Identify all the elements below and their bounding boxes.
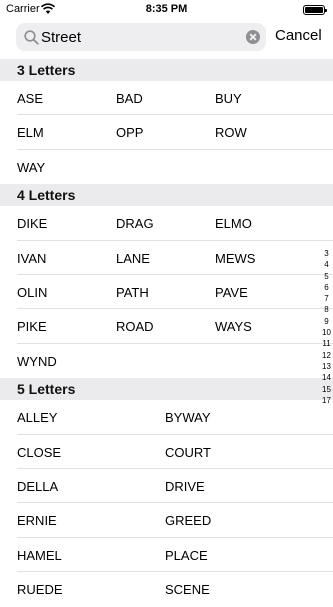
list-row: CLOSE COURT <box>0 435 333 470</box>
section-index-item[interactable]: 14 <box>320 372 333 383</box>
section-index-item[interactable]: 5 <box>320 271 333 282</box>
list-row: HAMEL PLACE <box>0 538 333 573</box>
list-row: WYND <box>0 344 333 378</box>
list-row: ERNIE GREED <box>0 503 333 539</box>
list-item[interactable]: ELMO <box>215 206 252 241</box>
list-row: DIKE DRAG ELMO <box>0 206 333 241</box>
section-header: 3 Letters <box>0 59 333 81</box>
list-item[interactable]: ROAD <box>116 309 154 344</box>
list-item[interactable]: ERNIE <box>17 503 57 538</box>
list-item[interactable]: WYND <box>17 344 57 379</box>
section-index-item[interactable]: 15 <box>320 384 333 395</box>
list-item[interactable]: SCENE <box>165 572 210 607</box>
list-item[interactable]: WAYS <box>215 309 252 344</box>
list-item[interactable]: BYWAY <box>165 400 211 435</box>
list-item[interactable]: OPP <box>116 115 143 150</box>
list-row: WAY <box>0 150 333 184</box>
clear-search-icon[interactable] <box>246 30 260 44</box>
list-item[interactable]: BAD <box>116 81 143 116</box>
list-item[interactable]: OLIN <box>17 275 47 310</box>
list-row: PIKE ROAD WAYS <box>0 309 333 345</box>
list-item[interactable]: IVAN <box>17 241 46 276</box>
list-item[interactable]: PAVE <box>215 275 248 310</box>
section-index-item[interactable]: 7 <box>320 293 333 304</box>
section-index-item[interactable]: 13 <box>320 361 333 372</box>
list-item[interactable]: ALLEY <box>17 400 57 435</box>
search-bar <box>16 23 266 51</box>
list-row: ALLEY BYWAY <box>0 400 333 435</box>
list-item[interactable]: PATH <box>116 275 149 310</box>
list-item[interactable]: DIKE <box>17 206 47 241</box>
section-index-item[interactable]: 17 <box>320 395 333 406</box>
list-item[interactable]: PIKE <box>17 309 47 344</box>
list-row: OLIN PATH PAVE <box>0 275 333 310</box>
list-item[interactable]: ELM <box>17 115 44 150</box>
list-item[interactable]: ROW <box>215 115 247 150</box>
list-item[interactable]: HAMEL <box>17 538 62 573</box>
section-index-item[interactable]: 10 <box>320 327 333 338</box>
section-index[interactable]: 3 4 5 6 7 8 9 10 11 12 13 14 15 17 <box>320 248 333 406</box>
list-item[interactable]: PLACE <box>165 538 208 573</box>
section-index-item[interactable]: 3 <box>320 248 333 259</box>
list-row: ELM OPP ROW <box>0 115 333 151</box>
list-item[interactable]: WAY <box>17 150 45 185</box>
list-row: DELLA DRIVE <box>0 469 333 504</box>
list-item[interactable]: RUEDE <box>17 572 63 607</box>
list-row: IVAN LANE MEWS <box>0 241 333 276</box>
status-bar: Carrier 8:35 PM <box>0 0 333 20</box>
section-index-item[interactable]: 8 <box>320 304 333 315</box>
section-index-item[interactable]: 11 <box>320 338 333 349</box>
section-index-item[interactable]: 9 <box>320 316 333 327</box>
status-time: 8:35 PM <box>145 3 188 15</box>
battery-icon <box>303 5 327 15</box>
search-icon <box>24 30 39 45</box>
list-item[interactable]: CLOSE <box>17 435 61 470</box>
list-item[interactable]: GREED <box>165 503 211 538</box>
list-item[interactable]: COURT <box>165 435 211 470</box>
list-item[interactable]: MEWS <box>215 241 255 276</box>
section-header: 4 Letters <box>0 184 333 207</box>
section-index-item[interactable]: 12 <box>320 350 333 361</box>
list-item[interactable]: BUY <box>215 81 242 116</box>
list-row: RUEDE SCENE <box>0 572 333 606</box>
list-row: ASE BAD BUY <box>0 81 333 116</box>
list-item[interactable]: LANE <box>116 241 150 276</box>
list-item[interactable]: ASE <box>17 81 43 116</box>
list-item[interactable]: DRAG <box>116 206 154 241</box>
section-index-item[interactable]: 6 <box>320 282 333 293</box>
list-item[interactable]: DRIVE <box>165 469 205 504</box>
search-input[interactable] <box>41 23 231 51</box>
cancel-button[interactable]: Cancel <box>275 27 322 44</box>
section-header: 5 Letters <box>0 378 333 401</box>
street-list[interactable]: 3 Letters ASE BAD BUY ELM OPP ROW WAY 4 Letters D… <box>0 59 333 606</box>
list-item[interactable]: DELLA <box>17 469 58 504</box>
section-index-item[interactable]: 4 <box>320 259 333 270</box>
